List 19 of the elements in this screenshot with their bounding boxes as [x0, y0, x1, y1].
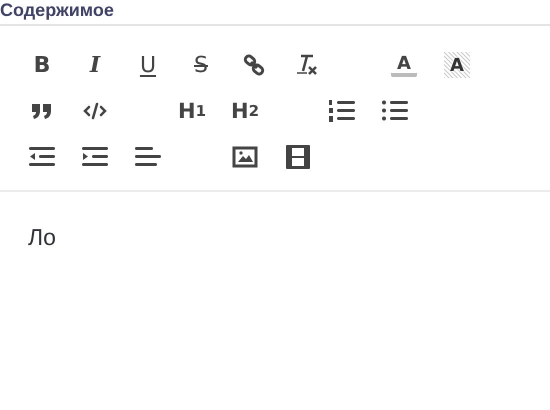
background-color-button[interactable]: A — [444, 52, 470, 78]
code-icon — [82, 102, 108, 120]
quote-icon — [31, 102, 53, 120]
link-icon — [243, 54, 265, 76]
clear-format-icon — [295, 54, 319, 76]
section-title: Содержимое — [0, 0, 550, 26]
align-left-icon — [134, 145, 162, 169]
bullet-list-icon — [381, 99, 409, 123]
image-icon — [232, 145, 258, 169]
italic-button[interactable]: I — [77, 50, 113, 80]
bold-button[interactable]: B — [24, 50, 60, 80]
film-icon — [285, 144, 311, 170]
underline-button[interactable]: U — [130, 50, 166, 80]
ordered-list-icon — [328, 99, 356, 123]
editor-field[interactable]: Ло — [0, 192, 550, 392]
indent-icon — [81, 145, 109, 169]
outdent-icon — [28, 145, 56, 169]
text-color-button[interactable]: A — [391, 53, 417, 77]
strikethrough-button[interactable]: S — [183, 50, 219, 80]
